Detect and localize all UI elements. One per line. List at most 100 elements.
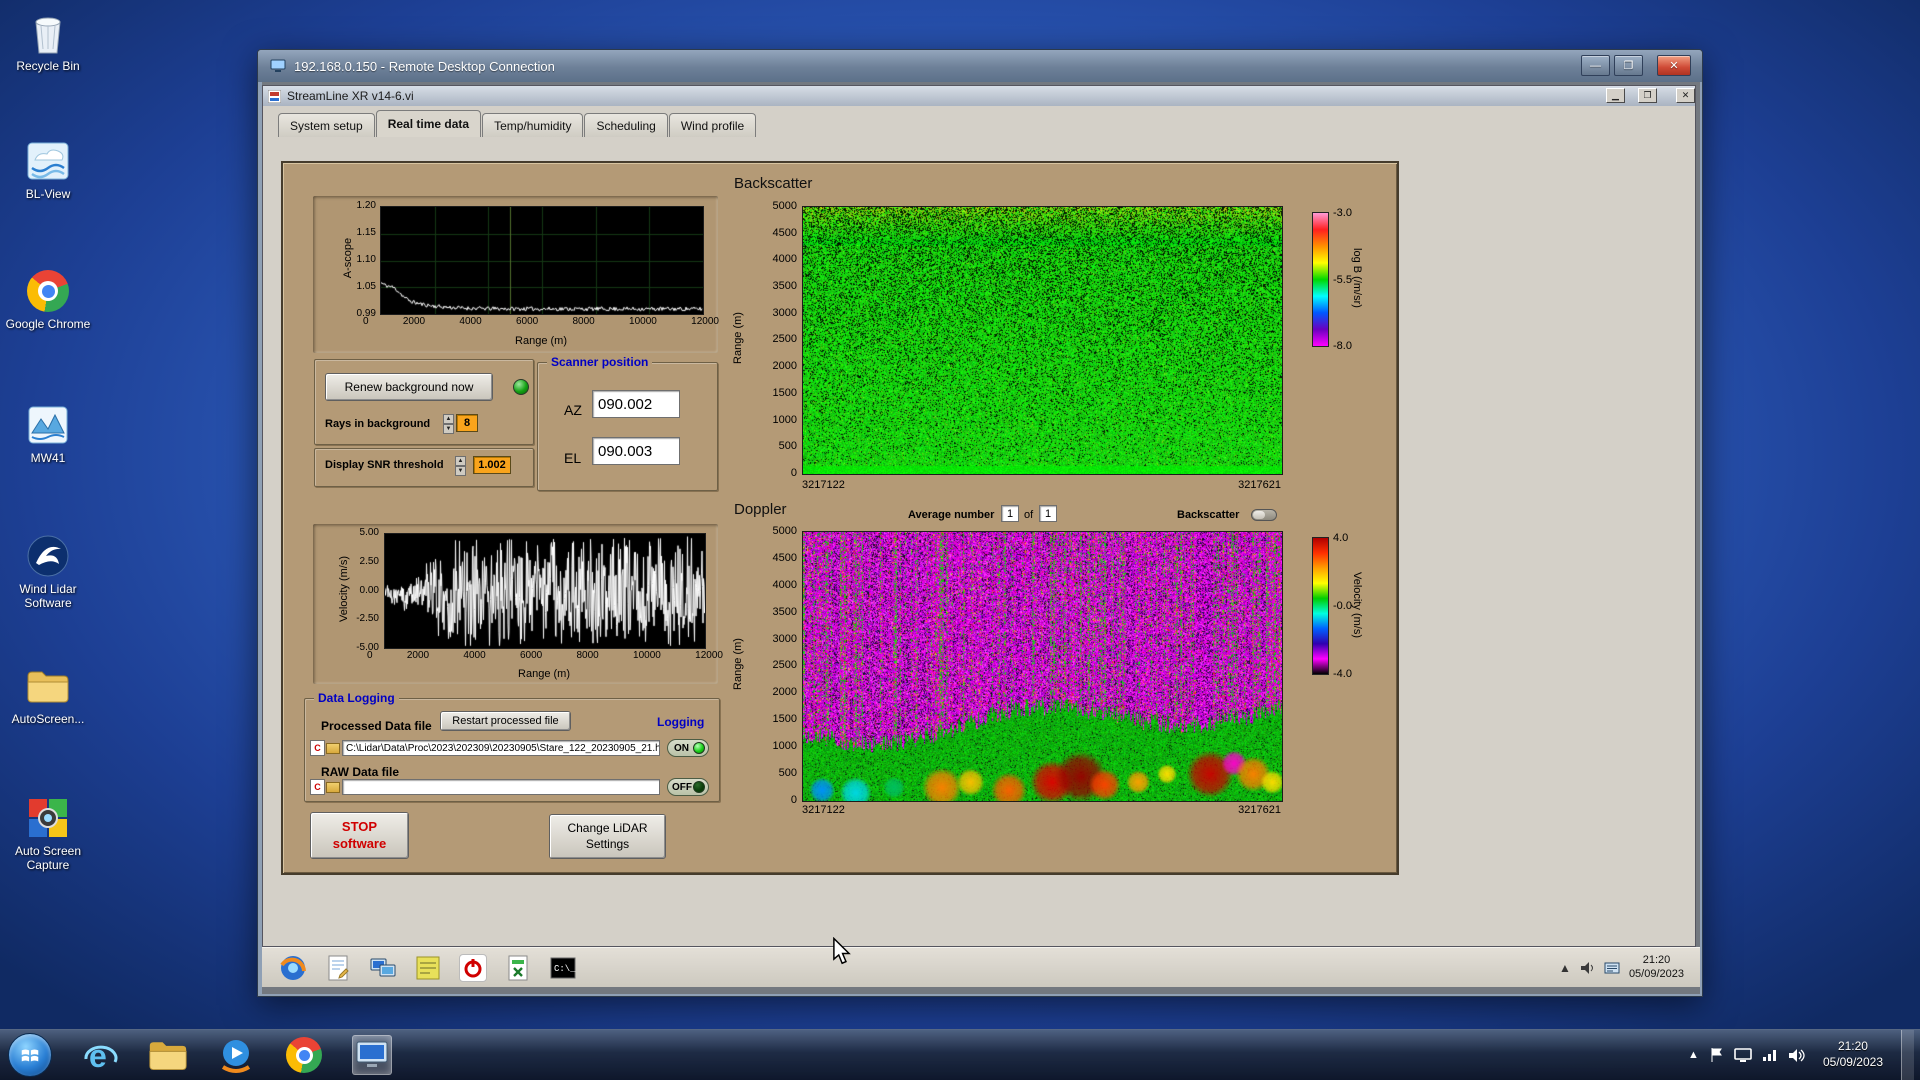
- stepper-up-icon[interactable]: ▲: [443, 414, 454, 424]
- stepper-down-icon[interactable]: ▼: [455, 466, 466, 476]
- processed-path-browse-icon[interactable]: [326, 743, 340, 754]
- tick-label: 1.05: [356, 281, 376, 292]
- backscatter-toggle-label: Backscatter: [1177, 509, 1240, 521]
- remote-tray-chevron-icon[interactable]: ▲: [1559, 961, 1571, 975]
- tick-label: 2000: [772, 360, 797, 373]
- backscatter-title: Backscatter: [734, 175, 813, 192]
- tab-system-setup[interactable]: System setup: [278, 113, 375, 137]
- tick-label: 500: [778, 767, 797, 780]
- labview-minimize-button[interactable]: ▁: [1606, 88, 1625, 103]
- tick-label: 0: [367, 650, 373, 661]
- ascope-plot: [380, 206, 704, 315]
- chrome-taskbar-icon[interactable]: [284, 1035, 324, 1075]
- mouse-cursor: [832, 936, 852, 970]
- raw-path-browse-icon[interactable]: [326, 782, 340, 793]
- rdp-window: 192.168.0.150 - Remote Desktop Connectio…: [257, 49, 1703, 997]
- average-count-value[interactable]: 1: [1039, 505, 1057, 522]
- processed-logging-toggle[interactable]: ON: [667, 739, 709, 757]
- rdp-taskbar-icon[interactable]: [352, 1035, 392, 1075]
- desktop-icon-wind-lidar[interactable]: Wind Lidar Software: [2, 533, 94, 611]
- start-button[interactable]: [8, 1033, 52, 1077]
- stepper-up-icon[interactable]: ▲: [455, 456, 466, 466]
- desktop-icon-auto-screen-capture[interactable]: Auto Screen Capture: [2, 795, 94, 873]
- backscatter-toggle[interactable]: [1251, 509, 1277, 521]
- remote-power-icon[interactable]: [459, 953, 487, 982]
- remote-browser-icon[interactable]: [279, 954, 307, 982]
- rdp-minimize-button[interactable]: —: [1581, 55, 1610, 76]
- ie-taskbar-icon[interactable]: e: [80, 1035, 120, 1075]
- renew-background-button[interactable]: Renew background now: [325, 373, 493, 401]
- remote-notes-icon[interactable]: [414, 954, 442, 982]
- average-number-value[interactable]: 1: [1001, 505, 1019, 522]
- restart-processed-file-button[interactable]: Restart processed file: [440, 711, 571, 731]
- tab-label: Temp/humidity: [494, 118, 572, 133]
- doppler-y-label: Range (m): [732, 638, 744, 690]
- tab-scheduling[interactable]: Scheduling: [584, 113, 668, 137]
- display-icon[interactable]: [1734, 1047, 1752, 1063]
- explorer-folder-icon[interactable]: [148, 1035, 188, 1075]
- desktop-icon-recycle-bin[interactable]: Recycle Bin: [2, 10, 94, 73]
- tab-strip: System setup Real time data Temp/humidit…: [278, 110, 757, 137]
- network-icon[interactable]: [1762, 1048, 1778, 1062]
- tick-label: -3.0: [1333, 207, 1352, 219]
- action-center-icon[interactable]: [1709, 1047, 1724, 1063]
- remote-keyboard-icon[interactable]: [1604, 962, 1620, 974]
- tick-label: 1500: [772, 386, 797, 399]
- rdp-titlebar[interactable]: 192.168.0.150 - Remote Desktop Connectio…: [258, 50, 1702, 82]
- volume-icon[interactable]: [1788, 1048, 1805, 1063]
- backscatter-colorbar-label: log B (/m/sr): [1351, 248, 1363, 308]
- rdp-client-area: StreamLine XR v14-6.vi ▁ ❐ ✕ System setu…: [262, 82, 1700, 994]
- desktop-icon-google-chrome[interactable]: Google Chrome: [2, 268, 94, 331]
- remote-taskbar: C:\_ ▲ 21:20 05/09/2023: [262, 947, 1700, 987]
- rays-value[interactable]: 8: [456, 414, 478, 432]
- labview-titlebar[interactable]: StreamLine XR v14-6.vi ▁ ❐ ✕: [263, 86, 1695, 106]
- tick-label: -0.0: [1333, 600, 1352, 612]
- remote-clock[interactable]: 21:20 05/09/2023: [1629, 954, 1684, 982]
- doppler-plot: [802, 531, 1283, 802]
- remote-volume-icon[interactable]: [1580, 961, 1595, 975]
- az-value[interactable]: 090.002: [592, 390, 680, 418]
- raw-path-drive-icon[interactable]: C: [310, 779, 325, 795]
- snr-stepper[interactable]: ▲ ▼: [455, 456, 466, 476]
- stepper-down-icon[interactable]: ▼: [443, 424, 454, 434]
- tab-wind-profile[interactable]: Wind profile: [668, 113, 757, 137]
- snr-value[interactable]: 1.002: [473, 456, 511, 474]
- tick-label: -8.0: [1333, 340, 1352, 352]
- processed-path-field[interactable]: C:\Lidar\Data\Proc\2023\202309\20230905\…: [342, 740, 660, 756]
- labview-window-title: StreamLine XR v14-6.vi: [287, 89, 414, 103]
- el-value[interactable]: 090.003: [592, 437, 680, 465]
- tab-real-time-data[interactable]: Real time data: [375, 110, 482, 137]
- desktop-icon-mw41[interactable]: MW41: [2, 402, 94, 465]
- raw-logging-toggle[interactable]: OFF: [667, 778, 709, 796]
- change-lidar-settings-button[interactable]: Change LiDAR Settings: [549, 814, 666, 859]
- rdp-close-button[interactable]: ✕: [1657, 55, 1691, 76]
- rdp-maximize-button[interactable]: ❐: [1614, 55, 1643, 76]
- rays-stepper[interactable]: ▲ ▼: [443, 414, 454, 434]
- remote-system-tray: ▲ 21:20 05/09/2023: [1559, 954, 1700, 982]
- processed-path-drive-icon[interactable]: C: [310, 740, 325, 756]
- raw-path-field[interactable]: [342, 779, 660, 795]
- desktop-icon-bl-view[interactable]: BL-View: [2, 138, 94, 201]
- stop-software-button[interactable]: STOP software: [310, 812, 409, 859]
- remote-notepad-icon[interactable]: [324, 954, 352, 982]
- tick-label: 8000: [576, 650, 599, 661]
- remote-console-icon[interactable]: C:\_: [549, 954, 577, 982]
- tray-chevron-icon[interactable]: ▲: [1688, 1049, 1699, 1061]
- wind-lidar-icon: [2, 533, 94, 579]
- tick-label: 6000: [515, 316, 539, 327]
- tick-label: 0: [790, 793, 797, 806]
- tick-label: 10000: [629, 316, 657, 327]
- host-clock[interactable]: 21:20 05/09/2023: [1815, 1039, 1891, 1070]
- tick-label: 4000: [459, 316, 482, 327]
- tab-label: Real time data: [387, 117, 470, 131]
- show-desktop-button[interactable]: [1901, 1029, 1914, 1081]
- labview-close-button[interactable]: ✕: [1676, 88, 1695, 103]
- remote-spreadsheet-icon[interactable]: [504, 954, 532, 982]
- tab-temp-humidity[interactable]: Temp/humidity: [482, 113, 584, 137]
- labview-restore-button[interactable]: ❐: [1638, 88, 1657, 103]
- remote-computers-icon[interactable]: [369, 954, 397, 982]
- tick-label: 1000: [772, 740, 797, 753]
- media-player-icon[interactable]: [216, 1035, 256, 1075]
- chrome-icon: [2, 268, 94, 314]
- desktop-icon-autoscreen-folder[interactable]: AutoScreen...: [2, 663, 94, 726]
